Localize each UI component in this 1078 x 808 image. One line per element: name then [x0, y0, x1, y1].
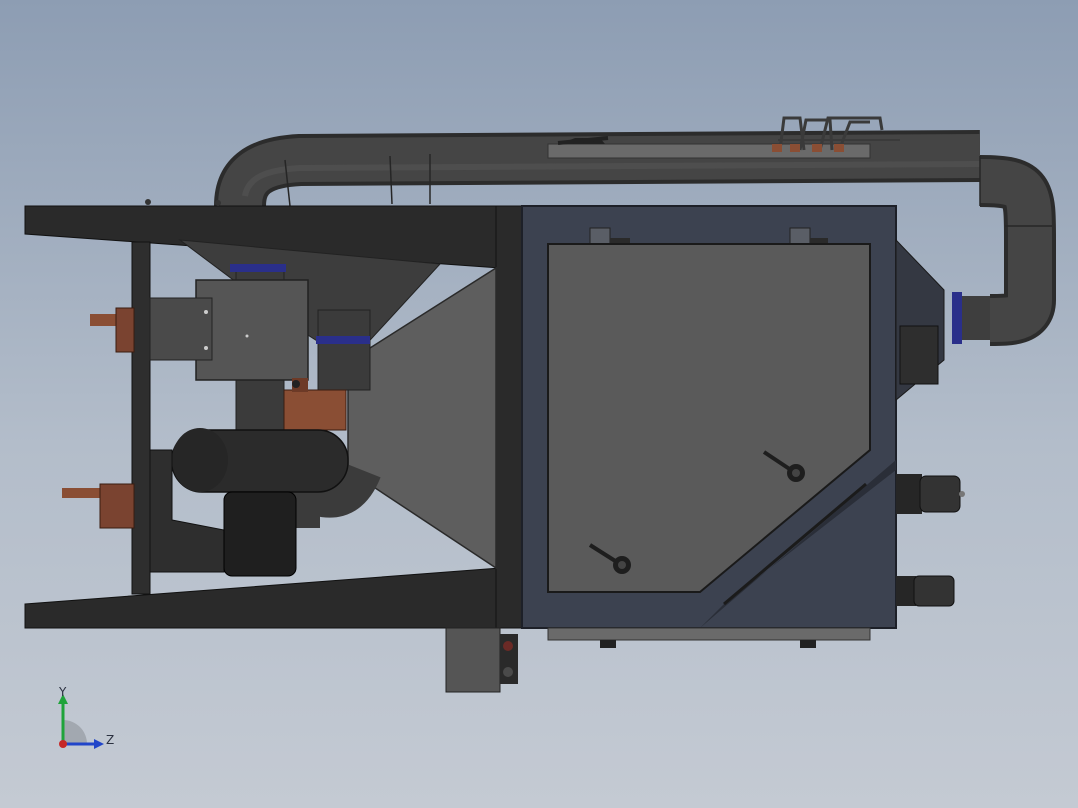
graphics-viewport[interactable]: Y Z — [0, 0, 1078, 808]
seal-ring — [316, 336, 370, 344]
origin-marker — [59, 740, 67, 748]
junction-box[interactable] — [445, 627, 518, 693]
seal-ring — [230, 264, 286, 272]
brass-fitting-lower[interactable] — [62, 483, 135, 529]
seal-ring — [952, 292, 962, 344]
brass-fitting-upper[interactable] — [90, 307, 135, 353]
control-box[interactable] — [149, 279, 309, 381]
cad-model-view[interactable] — [0, 0, 1078, 808]
y-axis-label: Y — [58, 685, 67, 699]
z-axis-label: Z — [106, 733, 114, 747]
main-housing[interactable] — [521, 205, 897, 648]
orientation-triad: Y Z — [58, 685, 114, 749]
